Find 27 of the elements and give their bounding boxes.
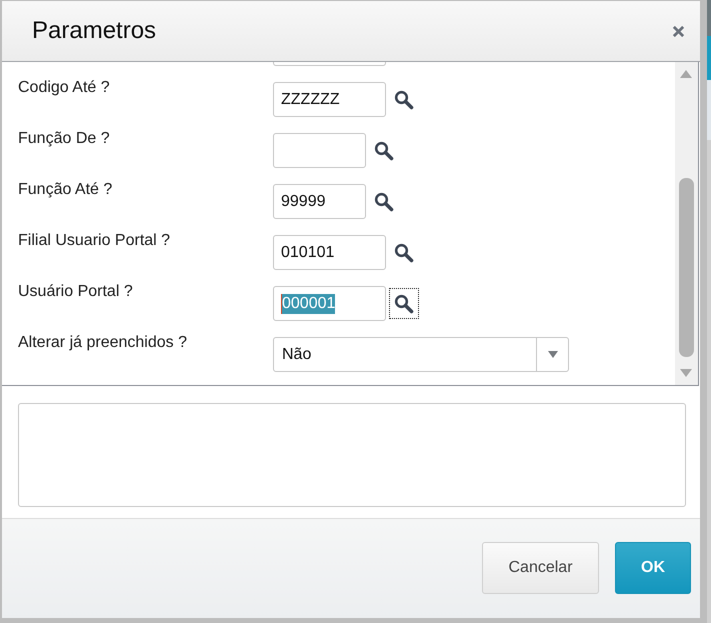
dropdown-field[interactable]: Não xyxy=(273,337,569,372)
field-label: Codigo Até ? xyxy=(18,79,110,97)
input-field[interactable] xyxy=(273,62,386,66)
cancel-button[interactable]: Cancelar xyxy=(482,542,599,594)
input-field[interactable] xyxy=(273,133,366,168)
search-icon xyxy=(374,140,394,160)
caret-down-icon xyxy=(548,351,558,358)
dialog-title: Parametros xyxy=(32,17,156,45)
search-icon xyxy=(394,294,414,314)
scroll-down-arrow-icon[interactable] xyxy=(680,369,692,377)
text-area[interactable] xyxy=(18,403,686,507)
search-icon xyxy=(394,90,414,110)
search-icon xyxy=(374,192,394,212)
search-icon xyxy=(394,242,414,262)
field-label: Usuário Portal ? xyxy=(18,283,133,301)
field-label: Alterar já preenchidos ? xyxy=(18,334,187,352)
field-label: Função De ? xyxy=(18,130,110,148)
scroll-up-arrow-icon[interactable] xyxy=(680,70,692,78)
field-label: Função Até ? xyxy=(18,181,112,199)
input-field[interactable]: ZZZZZZ xyxy=(273,82,386,117)
input-field[interactable]: 99999 xyxy=(273,184,366,219)
scrollbar-track[interactable] xyxy=(675,62,698,385)
field-label: Filial Usuario Portal ? xyxy=(18,232,170,250)
input-field[interactable]: 010101 xyxy=(273,235,386,270)
scrollbar-thumb[interactable] xyxy=(679,178,694,357)
search-button[interactable] xyxy=(389,288,419,319)
close-icon[interactable] xyxy=(672,24,685,38)
